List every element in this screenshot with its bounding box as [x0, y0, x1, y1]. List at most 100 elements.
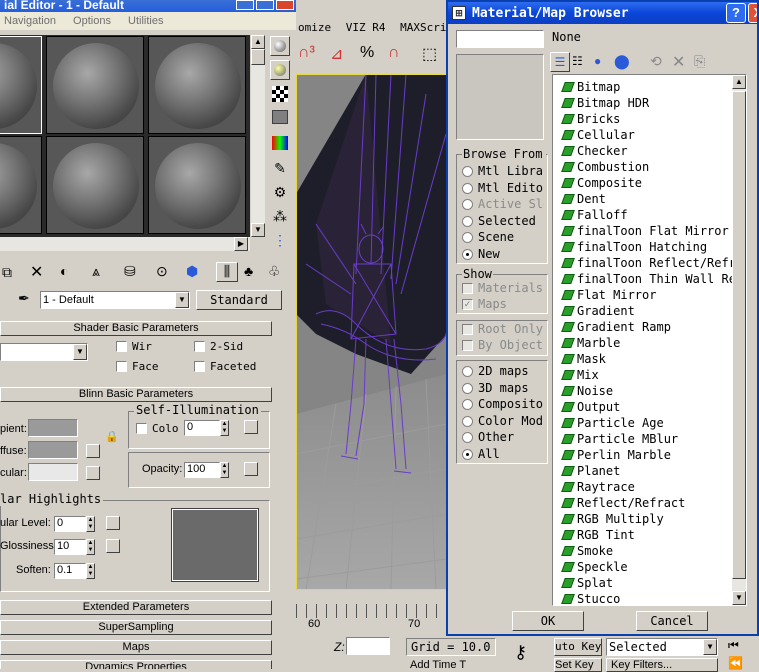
sample-slot[interactable]	[46, 136, 144, 234]
angle-snap-icon[interactable]: ⊿	[330, 44, 343, 64]
pick-material-icon[interactable]: ♧	[268, 263, 281, 280]
map-list-item[interactable]: finalToon Flat Mirror	[553, 223, 746, 239]
update-scene-materials-icon[interactable]: ⟲	[650, 53, 662, 70]
opacity-map-button[interactable]	[244, 462, 258, 476]
rollout-maps[interactable]: Maps	[0, 640, 272, 655]
map-list-item[interactable]: Gradient Ramp	[553, 319, 746, 335]
sample-slot[interactable]	[0, 36, 42, 134]
close-button[interactable]: X	[748, 3, 757, 23]
view-small-icons-icon[interactable]: ●	[594, 54, 601, 68]
sample-slot[interactable]	[46, 36, 144, 134]
ambient-color-swatch[interactable]	[28, 419, 78, 437]
scroll-down-icon[interactable]: ▼	[732, 591, 746, 605]
previous-frame-icon[interactable]: ⏪	[728, 656, 743, 670]
menu-customize[interactable]: omize	[298, 21, 331, 34]
z-coordinate-field[interactable]	[346, 637, 390, 655]
map-list-item[interactable]: Flat Mirror	[553, 287, 746, 303]
browse-from-radio[interactable]	[462, 199, 473, 210]
named-selection-icon[interactable]: ⬚	[422, 44, 437, 64]
faceted-checkbox[interactable]	[194, 361, 205, 372]
map-list-item[interactable]: Planet	[553, 463, 746, 479]
set-key-button[interactable]: Set Key	[554, 658, 602, 672]
list-scrollbar[interactable]: ▲ ▼	[732, 75, 746, 605]
snap-3d-icon[interactable]: ∩³	[298, 44, 315, 62]
view-list-icons-icon[interactable]: ☷	[572, 54, 583, 68]
map-list-item[interactable]: Raytrace	[553, 479, 746, 495]
show-materials-checkbox[interactable]	[462, 283, 473, 294]
scroll-up-icon[interactable]: ▲	[732, 75, 746, 89]
auto-key-button[interactable]: uto Key	[554, 638, 602, 656]
map-list-item[interactable]: Particle Age	[553, 415, 746, 431]
sample-slot[interactable]	[148, 36, 246, 134]
map-list-item[interactable]: Particle MBlur	[553, 431, 746, 447]
map-list-item[interactable]: Composite	[553, 175, 746, 191]
map-list-item[interactable]: Dent	[553, 191, 746, 207]
by-object-checkbox[interactable]	[462, 340, 473, 351]
map-list-item[interactable]: finalToon Reflect/Refract	[553, 255, 746, 271]
rollout-extended[interactable]: Extended Parameters	[0, 600, 272, 615]
opacity-spinner-arrows[interactable]: ▲ ▼	[220, 462, 229, 478]
browse-from-radio[interactable]	[462, 248, 473, 260]
map-type-radio[interactable]	[462, 448, 473, 460]
specular-level-input[interactable]: 0	[54, 516, 86, 532]
map-list-item[interactable]: Bitmap	[553, 79, 746, 95]
map-type-radio[interactable]	[462, 415, 473, 427]
sample-slot[interactable]	[0, 136, 42, 234]
scroll-up-icon[interactable]: ▲	[251, 35, 265, 49]
browse-from-radio[interactable]	[462, 182, 473, 194]
make-preview-icon[interactable]: ✎	[270, 160, 290, 180]
map-list-item[interactable]: Stucco	[553, 591, 746, 605]
slots-horizontal-scrollbar[interactable]: ▶	[0, 237, 250, 251]
map-list-item[interactable]: Mix	[553, 367, 746, 383]
face-map-checkbox[interactable]	[116, 361, 127, 372]
map-list-item[interactable]: Speckle	[553, 559, 746, 575]
chevron-down-icon[interactable]: ▼	[175, 292, 189, 308]
diffuse-map-button[interactable]	[86, 444, 100, 458]
material-type-button[interactable]: Standard	[196, 290, 282, 310]
key-icon[interactable]: ⚷	[514, 642, 527, 663]
shader-type-select[interactable]: ▼	[0, 343, 88, 361]
map-list-item[interactable]: Perlin Marble	[553, 447, 746, 463]
map-list-item[interactable]: finalToon Thin Wall Refraction	[553, 271, 746, 287]
map-list-item[interactable]: Output	[553, 399, 746, 415]
key-selection-select[interactable]: Selected ▼	[606, 638, 718, 656]
diffuse-color-swatch[interactable]	[28, 441, 78, 459]
specular-map-button[interactable]	[86, 466, 100, 480]
put-to-library-icon[interactable]: ⩓	[92, 263, 100, 280]
rollout-blinn-basic[interactable]: Blinn Basic Parameters	[0, 387, 272, 402]
material-effects-channel-icon[interactable]: ⛁	[124, 263, 136, 280]
percent-snap-icon[interactable]: %	[360, 44, 374, 62]
soften-arrows[interactable]: ▲ ▼	[86, 563, 95, 579]
map-type-radio[interactable]	[462, 366, 473, 377]
rollout-shader-basic[interactable]: Shader Basic Parameters	[0, 321, 272, 336]
map-list-item[interactable]: Checker	[553, 143, 746, 159]
material-navigator-icon[interactable]: ⋮	[270, 232, 290, 252]
show-end-result-icon[interactable]: ⬢	[186, 263, 198, 280]
map-type-radio[interactable]	[462, 432, 473, 443]
wire-checkbox[interactable]	[116, 341, 127, 352]
options-icon[interactable]: ⚙	[270, 184, 290, 204]
self-illum-color-checkbox[interactable]	[136, 423, 147, 434]
select-by-material-icon[interactable]: ⁂	[270, 208, 290, 228]
go-to-start-icon[interactable]: ⏮	[728, 638, 739, 653]
close-button[interactable]	[276, 0, 294, 10]
go-to-parent-icon[interactable]: ⫼	[216, 262, 238, 282]
map-list-item[interactable]: finalToon Hatching	[553, 239, 746, 255]
menu-viz-r4[interactable]: VIZ R4	[346, 21, 386, 34]
time-ruler[interactable]: 60 70	[296, 604, 447, 634]
help-button[interactable]: ?	[726, 3, 746, 23]
two-sided-checkbox[interactable]	[194, 341, 205, 352]
reset-map-icon[interactable]: ✕	[30, 262, 43, 282]
map-list-item[interactable]: Marble	[553, 335, 746, 351]
map-list-item[interactable]: Falloff	[553, 207, 746, 223]
map-list[interactable]: Bitmap Bitmap HDR Bricks Cellular Checker Com…	[552, 74, 747, 606]
eyedropper-icon[interactable]: ✒	[18, 290, 30, 307]
scroll-down-icon[interactable]: ▼	[251, 223, 265, 237]
make-unique-icon[interactable]: ◐	[60, 263, 68, 279]
soften-input[interactable]: 0.1	[54, 563, 86, 579]
chevron-down-icon[interactable]: ▼	[703, 639, 717, 655]
map-list-item[interactable]: Splat	[553, 575, 746, 591]
uv-tiling-icon[interactable]	[272, 110, 288, 124]
map-list-item[interactable]: Bitmap HDR	[553, 95, 746, 111]
scroll-thumb[interactable]	[251, 49, 265, 65]
